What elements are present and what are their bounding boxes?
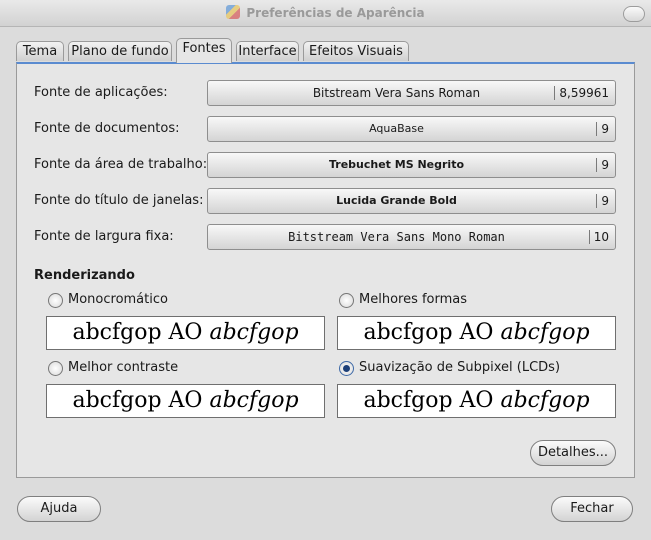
font-name: Bitstream Vera Sans Mono Roman xyxy=(288,230,505,244)
appearance-icon xyxy=(226,5,241,19)
sample-subpixel[interactable]: abcfgop AO abcfgop xyxy=(337,384,616,418)
font-row-documents: Fonte de documentos: AquaBase 9 xyxy=(34,116,616,142)
font-size: 8,59961 xyxy=(554,86,609,100)
help-button[interactable]: Ajuda xyxy=(17,496,101,522)
font-label: Fonte de largura fixa: xyxy=(34,229,174,244)
radio-label: Melhor contraste xyxy=(68,360,179,375)
font-row-fixed-width: Fonte de largura fixa: Bitstream Vera Sa… xyxy=(34,224,616,250)
radio-monochrome[interactable]: Monocromático xyxy=(48,292,308,310)
font-label: Fonte do título de janelas: xyxy=(34,193,204,208)
fixed-width-font-button[interactable]: Bitstream Vera Sans Mono Roman 10 xyxy=(207,224,616,250)
font-name: AquaBase xyxy=(369,122,424,135)
title-bar: Preferências de Aparência xyxy=(0,0,651,27)
window-title-font-button[interactable]: Lucida Grande Bold 9 xyxy=(207,188,616,214)
fonts-panel: Fonte de aplicações: Bitstream Vera Sans… xyxy=(16,62,635,478)
tab-efeitos-visuais[interactable]: Efeitos Visuais xyxy=(303,41,409,61)
font-label: Fonte da área de trabalho: xyxy=(34,157,208,172)
sample-best-contrast[interactable]: abcfgop AO abcfgop xyxy=(46,384,325,418)
font-row-applications: Fonte de aplicações: Bitstream Vera Sans… xyxy=(34,80,616,106)
application-font-button[interactable]: Bitstream Vera Sans Roman 8,59961 xyxy=(207,80,616,106)
radio-label: Melhores formas xyxy=(359,292,468,307)
tab-fontes[interactable]: Fontes xyxy=(176,38,232,63)
font-row-window-title: Fonte do título de janelas: Lucida Grand… xyxy=(34,188,616,214)
tab-interface[interactable]: Interface xyxy=(236,41,299,61)
font-row-desktop: Fonte da área de trabalho: Trebuchet MS … xyxy=(34,152,616,178)
radio-button[interactable] xyxy=(48,293,63,308)
font-size: 9 xyxy=(596,122,609,136)
radio-best-shapes[interactable]: Melhores formas xyxy=(339,292,609,310)
radio-best-contrast[interactable]: Melhor contraste xyxy=(48,360,308,378)
rendering-section-title: Renderizando xyxy=(34,268,135,283)
radio-label: Monocromático xyxy=(68,292,168,307)
close-button[interactable]: Fechar xyxy=(551,496,633,522)
font-name: Bitstream Vera Sans Roman xyxy=(312,86,481,100)
font-name: Trebuchet MS Negrito xyxy=(328,158,465,171)
radio-button-selected[interactable] xyxy=(339,361,354,376)
radio-label: Suavização de Subpixel (LCDs) xyxy=(359,360,561,375)
font-size: 9 xyxy=(596,194,609,208)
sample-best-shapes[interactable]: abcfgop AO abcfgop xyxy=(337,316,616,350)
window-title: Preferências de Aparência xyxy=(0,5,651,20)
font-name: Lucida Grande Bold xyxy=(336,194,457,207)
sample-monochrome[interactable]: abcfgop AO abcfgop xyxy=(46,316,325,350)
tab-plano-de-fundo[interactable]: Plano de fundo xyxy=(68,41,172,61)
document-font-button[interactable]: AquaBase 9 xyxy=(207,116,616,142)
close-window-button[interactable] xyxy=(623,6,645,22)
radio-button[interactable] xyxy=(48,361,63,376)
tab-tema[interactable]: Tema xyxy=(16,41,64,61)
radio-button[interactable] xyxy=(339,293,354,308)
font-label: Fonte de documentos: xyxy=(34,121,180,136)
font-size: 9 xyxy=(596,158,609,172)
font-label: Fonte de aplicações: xyxy=(34,85,168,100)
details-button[interactable]: Detalhes... xyxy=(530,440,616,466)
font-size: 10 xyxy=(588,230,609,244)
radio-subpixel[interactable]: Suavização de Subpixel (LCDs) xyxy=(339,360,609,378)
desktop-font-button[interactable]: Trebuchet MS Negrito 9 xyxy=(207,152,616,178)
